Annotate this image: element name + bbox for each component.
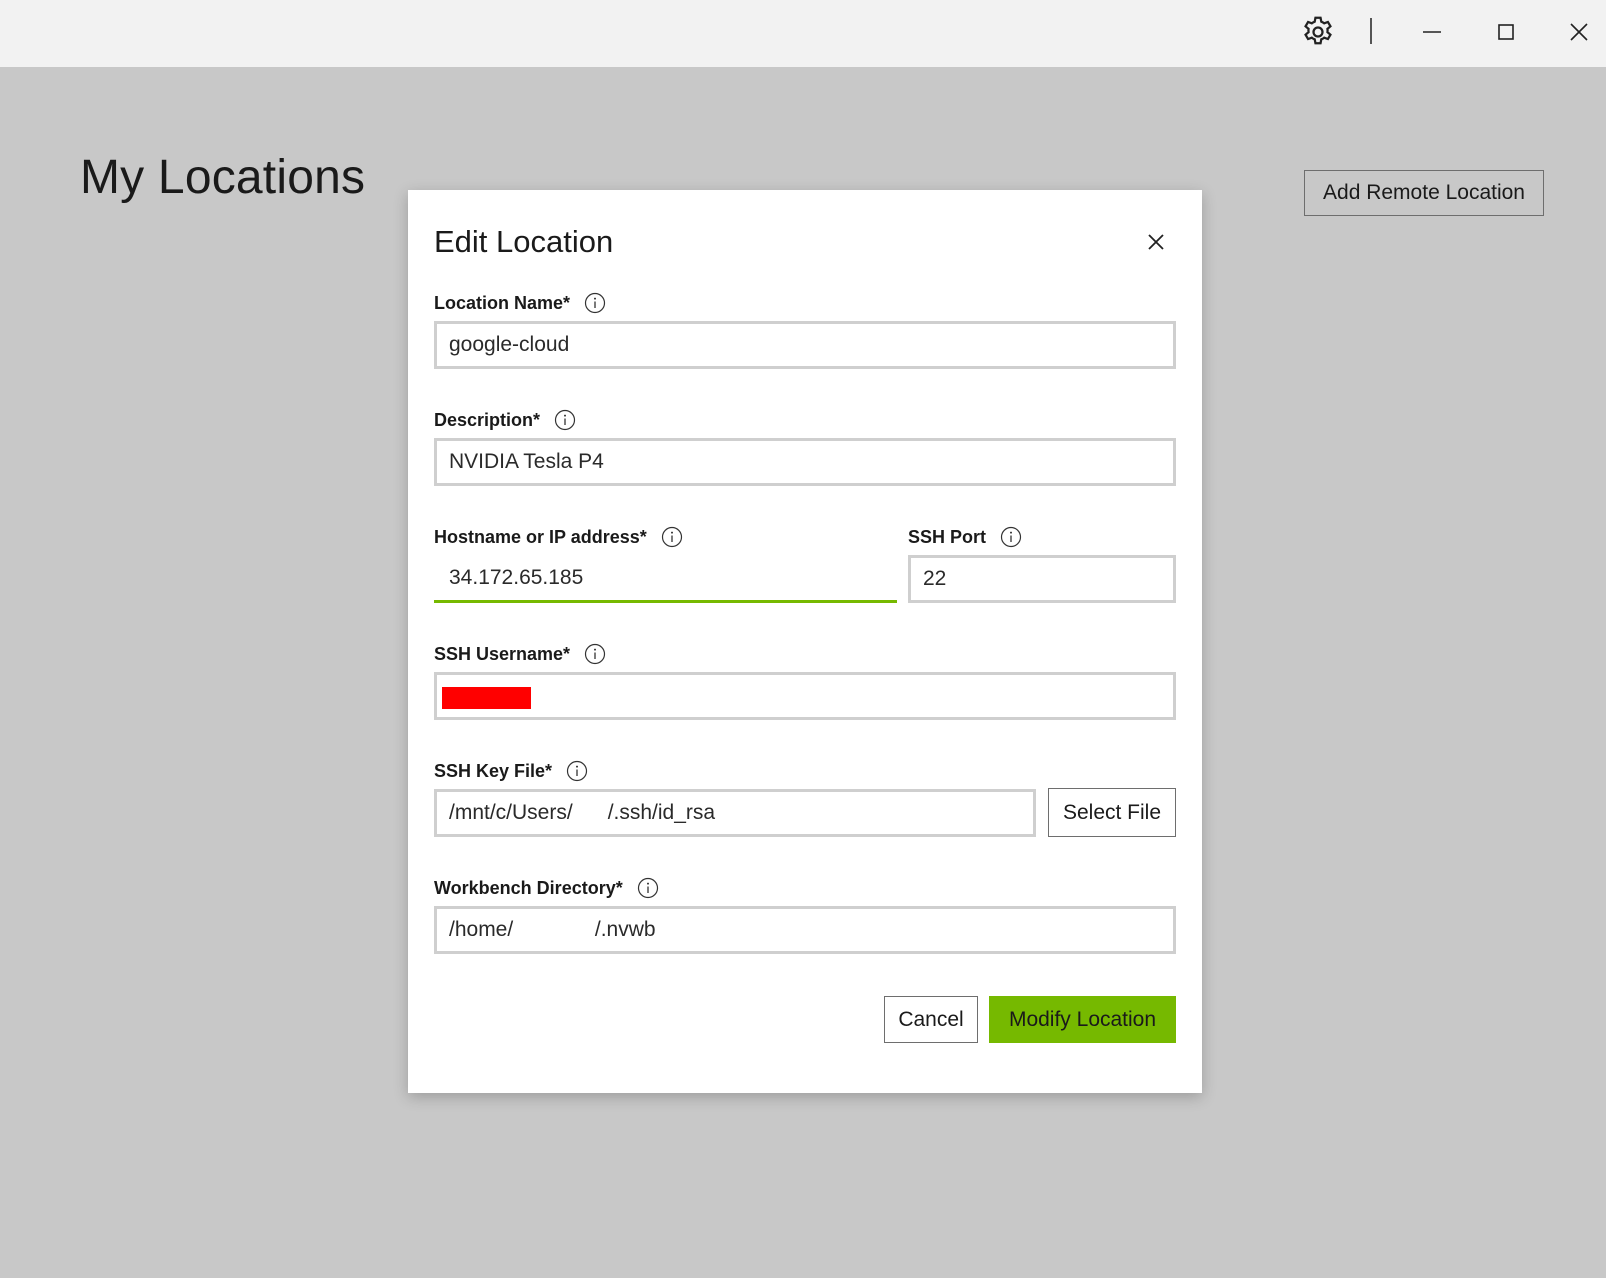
close-icon[interactable]	[1142, 228, 1170, 256]
hostname-label: Hostname or IP address*	[434, 524, 683, 550]
ssh-port-label-text: SSH Port	[908, 526, 987, 547]
minimize-icon[interactable]	[1414, 14, 1450, 50]
description-input[interactable]	[434, 438, 1176, 486]
ssh-username-label-text: SSH Username*	[434, 643, 571, 664]
location-name-input[interactable]	[434, 321, 1176, 369]
description-label: Description*	[434, 407, 576, 433]
dialog-title: Edit Location	[434, 224, 614, 259]
add-remote-location-button[interactable]: Add Remote Location	[1304, 170, 1544, 216]
edit-location-dialog: Edit Location Location Name* Description…	[408, 190, 1202, 1093]
ssh-port-label: SSH Port	[908, 524, 1022, 550]
location-name-label: Location Name*	[434, 290, 606, 316]
gear-icon[interactable]	[1300, 14, 1336, 50]
cancel-button[interactable]: Cancel	[884, 996, 978, 1043]
info-icon[interactable]	[584, 292, 606, 314]
maximize-icon[interactable]	[1488, 14, 1524, 50]
hostname-label-text: Hostname or IP address*	[434, 526, 647, 547]
info-icon[interactable]	[554, 409, 576, 431]
close-icon[interactable]	[1561, 14, 1597, 50]
redaction-block	[442, 687, 531, 709]
ssh-username-label: SSH Username*	[434, 641, 606, 667]
hostname-input[interactable]	[434, 555, 897, 603]
info-icon[interactable]	[661, 526, 683, 548]
info-icon[interactable]	[637, 877, 659, 899]
ssh-key-file-label: SSH Key File*	[434, 758, 588, 784]
window-titlebar	[0, 0, 1606, 67]
workbench-directory-input[interactable]	[434, 906, 1176, 954]
ssh-key-file-input[interactable]	[434, 789, 1036, 837]
info-icon[interactable]	[566, 760, 588, 782]
description-label-text: Description*	[434, 409, 541, 430]
ssh-username-input[interactable]	[434, 672, 1176, 720]
modify-location-button[interactable]: Modify Location	[989, 996, 1176, 1043]
page-title: My Locations	[80, 151, 366, 204]
workbench-directory-label-text: Workbench Directory*	[434, 877, 623, 898]
titlebar-divider	[1370, 18, 1372, 44]
ssh-key-file-label-text: SSH Key File*	[434, 760, 553, 781]
location-name-label-text: Location Name*	[434, 292, 571, 313]
info-icon[interactable]	[584, 643, 606, 665]
info-icon[interactable]	[1000, 526, 1022, 548]
workbench-directory-label: Workbench Directory*	[434, 875, 659, 901]
select-file-button[interactable]: Select File	[1048, 788, 1176, 837]
ssh-port-input[interactable]	[908, 555, 1176, 603]
